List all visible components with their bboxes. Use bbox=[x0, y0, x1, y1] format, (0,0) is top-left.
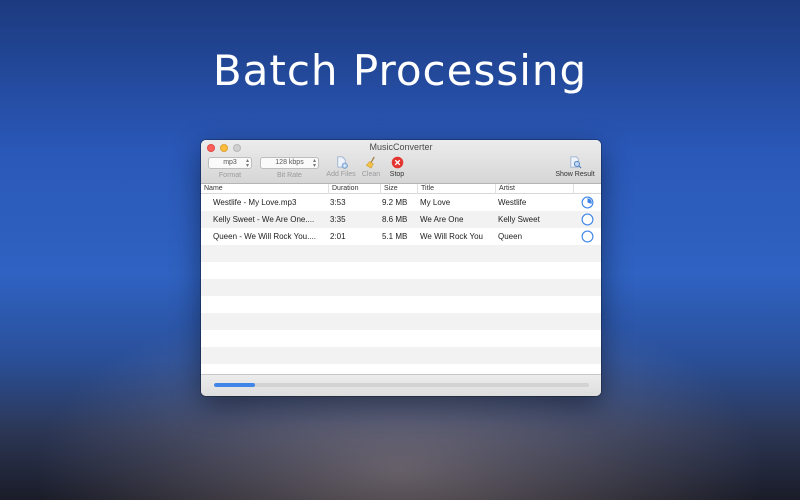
format-label: Format bbox=[218, 172, 242, 179]
conversion-progress-icon bbox=[581, 213, 594, 226]
cell-size: 9.2 MB bbox=[382, 198, 408, 207]
broom-icon bbox=[365, 156, 375, 169]
cell-artist: Kelly Sweet bbox=[498, 215, 540, 224]
show-result-label: Show Result bbox=[555, 171, 595, 178]
cell-artist: Queen bbox=[498, 232, 523, 241]
bitrate-select[interactable]: 128 kbps ▴ ▾ bbox=[260, 157, 319, 169]
cell-size: 5.1 MB bbox=[382, 232, 408, 241]
overall-progress-bar bbox=[214, 383, 589, 387]
cell-title: We Will Rock You bbox=[420, 232, 483, 241]
cell-name: Queen - We Will Rock You.... bbox=[213, 232, 317, 241]
music-converter-window: MusicConverter mp3 ▴ ▾ Format 128 kbps ▴ ▾… bbox=[201, 140, 601, 396]
overall-progress-fill bbox=[214, 383, 256, 387]
magnifier-document-icon bbox=[569, 156, 581, 169]
chevron-updown-icon: ▴ ▾ bbox=[312, 158, 316, 169]
clean-label: Clean bbox=[361, 171, 381, 178]
empty-row bbox=[201, 262, 601, 279]
table-row[interactable]: Queen - We Will Rock You.... 2:01 5.1 MB We… bbox=[201, 228, 601, 245]
column-header-size[interactable]: Size bbox=[380, 184, 417, 194]
window-title: MusicConverter bbox=[369, 142, 433, 152]
empty-row bbox=[201, 279, 601, 296]
cell-size: 8.6 MB bbox=[382, 215, 408, 224]
cell-duration: 3:53 bbox=[330, 198, 346, 207]
cell-name: Westlife - My Love.mp3 bbox=[213, 198, 297, 207]
add-file-icon bbox=[336, 156, 348, 169]
cell-duration: 3:35 bbox=[330, 215, 346, 224]
stop-button[interactable]: Stop bbox=[385, 156, 409, 178]
cell-artist: Westlife bbox=[498, 198, 527, 207]
add-files-label: Add Files bbox=[326, 171, 356, 178]
cell-name: Kelly Sweet - We Are One.... bbox=[213, 215, 315, 224]
empty-row bbox=[201, 330, 601, 347]
cell-duration: 2:01 bbox=[330, 232, 346, 241]
column-header-artist[interactable]: Artist bbox=[495, 184, 573, 194]
clean-button[interactable]: Clean bbox=[360, 156, 382, 178]
empty-row bbox=[201, 347, 601, 364]
bitrate-select-value: 128 kbps bbox=[275, 159, 304, 166]
add-files-button[interactable]: Add Files bbox=[323, 156, 359, 178]
empty-row bbox=[201, 245, 601, 262]
conversion-progress-icon bbox=[581, 230, 594, 243]
empty-row bbox=[201, 313, 601, 330]
column-header-status bbox=[573, 184, 601, 194]
cell-title: We Are One bbox=[420, 215, 464, 224]
stop-label: Stop bbox=[389, 171, 405, 178]
column-header-duration[interactable]: Duration bbox=[328, 184, 380, 194]
format-select-value: mp3 bbox=[223, 159, 237, 166]
table-row[interactable]: Kelly Sweet - We Are One.... 3:35 8.6 MB We… bbox=[201, 211, 601, 228]
titlebar: MusicConverter mp3 ▴ ▾ Format 128 kbps ▴ ▾… bbox=[201, 140, 601, 184]
file-list: Westlife - My Love.mp3 3:53 9.2 MB My Love W… bbox=[201, 194, 601, 374]
table-row[interactable]: Westlife - My Love.mp3 3:53 9.2 MB My Love W… bbox=[201, 194, 601, 211]
format-select[interactable]: mp3 ▴ ▾ bbox=[208, 157, 252, 169]
bitrate-label: Bit Rate bbox=[277, 172, 302, 179]
column-header-name[interactable]: Name bbox=[201, 184, 328, 194]
stop-icon bbox=[391, 156, 403, 169]
headline: Batch Processing bbox=[212, 46, 588, 95]
column-headers: Name Duration Size Title Artist bbox=[201, 184, 601, 194]
show-result-button[interactable]: Show Result bbox=[553, 156, 597, 178]
cell-title: My Love bbox=[420, 198, 451, 207]
status-footer bbox=[201, 374, 601, 396]
conversion-progress-icon bbox=[581, 196, 594, 209]
column-header-title[interactable]: Title bbox=[417, 184, 495, 194]
empty-row bbox=[201, 296, 601, 313]
chevron-updown-icon: ▴ ▾ bbox=[245, 158, 249, 169]
